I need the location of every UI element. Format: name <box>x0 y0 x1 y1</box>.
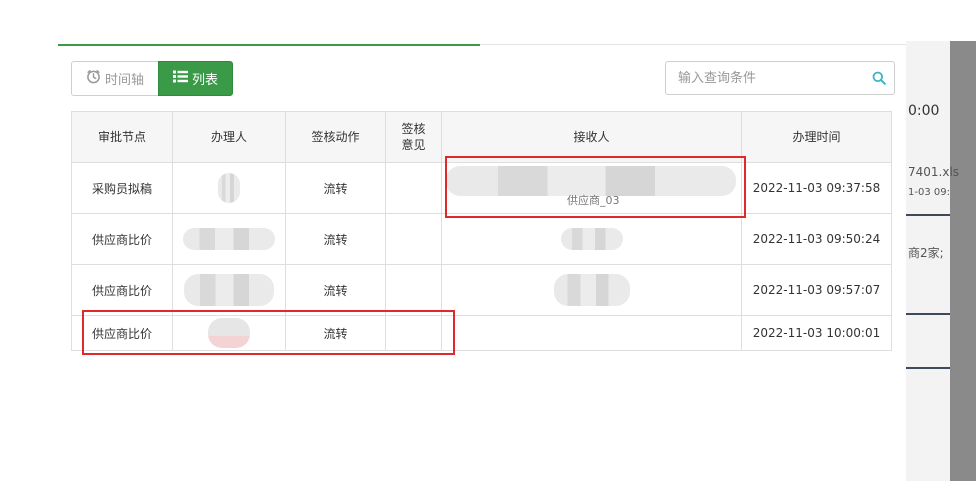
table-row: 供应商比价 流转 2022-11-03 09:50:24 <box>71 213 892 265</box>
timeline-view-button[interactable]: 时间轴 <box>71 61 158 96</box>
background-page: 0:00 7401.xls 1-03 09: 商2家; <box>906 41 976 481</box>
list-view-button[interactable]: 列表 <box>158 61 233 96</box>
column-header-node: 审批节点 <box>71 111 173 163</box>
cell-node: 供应商比价 <box>71 264 173 316</box>
annotation-box-last-row <box>82 310 455 355</box>
cell-time: 2022-11-03 09:57:07 <box>741 264 892 316</box>
cell-receiver-redacted <box>441 264 742 316</box>
table-header-row: 审批节点 办理人 签核动作 签核意见 接收人 办理时间 <box>71 111 892 163</box>
cell-time: 2022-11-03 09:37:58 <box>741 162 892 214</box>
cell-handler-redacted <box>172 264 286 316</box>
active-tab-indicator <box>58 44 480 46</box>
list-view-label: 列表 <box>191 73 218 88</box>
column-header-receiver: 接收人 <box>441 111 742 163</box>
column-header-handler: 办理人 <box>172 111 286 163</box>
cell-action: 流转 <box>285 264 386 316</box>
column-header-opinion: 签核意见 <box>385 111 442 163</box>
timeline-view-label: 时间轴 <box>104 73 144 88</box>
background-divider <box>906 313 950 315</box>
list-icon <box>172 70 188 87</box>
column-header-action: 签核动作 <box>285 111 386 163</box>
cell-opinion <box>385 213 442 265</box>
cell-receiver <box>441 315 742 351</box>
cell-node: 供应商比价 <box>71 213 173 265</box>
cell-opinion <box>385 264 442 316</box>
background-divider <box>906 367 950 369</box>
background-date-text: 1-03 09: <box>908 187 950 198</box>
background-supplier-text: 商2家; <box>908 246 944 260</box>
annotation-box-receiver <box>445 156 746 218</box>
column-header-time: 办理时间 <box>741 111 892 163</box>
cell-receiver-redacted <box>441 213 742 265</box>
background-panel: 0:00 7401.xls 1-03 09: 商2家; <box>906 41 959 481</box>
background-divider <box>906 214 950 216</box>
cell-time: 2022-11-03 09:50:24 <box>741 213 892 265</box>
tab-underline <box>58 44 906 46</box>
search-icon[interactable] <box>864 71 894 85</box>
cell-opinion <box>385 162 442 214</box>
cell-handler-redacted <box>172 162 286 214</box>
cell-node: 采购员拟稿 <box>71 162 173 214</box>
background-file-text: 7401.xls <box>908 165 960 179</box>
table-row: 供应商比价 流转 2022-11-03 09:57:07 <box>71 264 892 316</box>
cell-handler-redacted <box>172 213 286 265</box>
clock-icon <box>86 69 101 88</box>
cell-action: 流转 <box>285 162 386 214</box>
cell-action: 流转 <box>285 213 386 265</box>
search-input[interactable] <box>666 63 864 93</box>
background-time-text: 0:00 <box>908 103 940 119</box>
search-box <box>665 61 895 95</box>
cell-time: 2022-11-03 10:00:01 <box>741 315 892 351</box>
